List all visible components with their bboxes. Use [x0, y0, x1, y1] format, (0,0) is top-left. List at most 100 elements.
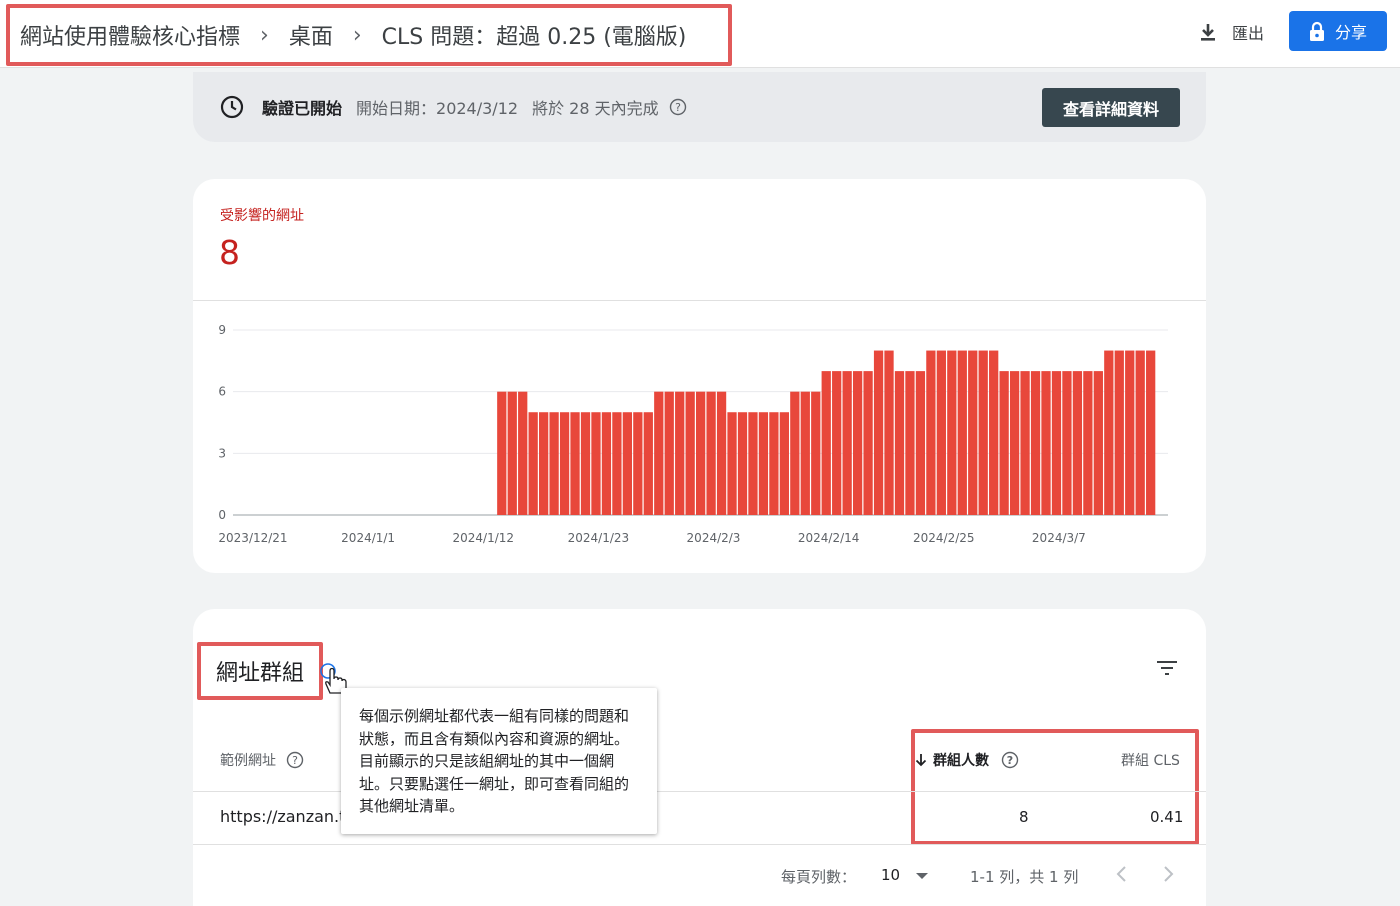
chart-bar[interactable]	[863, 371, 873, 515]
chart-bar[interactable]	[999, 371, 1009, 515]
chart-bar[interactable]	[1009, 371, 1020, 515]
highlight-box	[911, 729, 1199, 845]
table-row-url[interactable]: https://zanzan.tw	[220, 807, 358, 826]
filter-icon[interactable]	[1156, 659, 1178, 677]
chart-bar[interactable]	[612, 412, 622, 515]
chart-bar[interactable]	[978, 350, 988, 515]
chart-bar[interactable]	[591, 412, 601, 515]
see-details-button[interactable]: 查看詳細資料	[1042, 88, 1180, 127]
chart-bar[interactable]	[654, 391, 664, 515]
chart-bar[interactable]	[894, 371, 905, 515]
chart-bar[interactable]	[1020, 371, 1030, 515]
x-tick-label: 2024/2/14	[798, 531, 860, 545]
chart-bar[interactable]	[957, 350, 967, 515]
share-label: 分享	[1334, 23, 1367, 42]
chart-bar[interactable]	[643, 412, 653, 515]
chart-bar[interactable]	[748, 412, 758, 515]
pagination-range: 1-1 列，共 1 列	[970, 868, 1079, 886]
chart-bar[interactable]	[539, 412, 549, 515]
breadcrumb: 網站使用體驗核心指標 › 桌面 › CLS 問題：超過 0.25 (電腦版)	[6, 4, 732, 66]
chart-bar[interactable]	[559, 412, 570, 515]
chart-bar[interactable]	[873, 350, 884, 515]
chart-bar[interactable]	[800, 391, 810, 515]
share-button[interactable]: 分享	[1289, 11, 1387, 51]
x-tick-label: 2024/1/1	[341, 531, 395, 545]
chart-bar[interactable]	[1030, 371, 1041, 515]
chart-bar[interactable]	[852, 371, 863, 515]
chart-bar[interactable]	[716, 391, 727, 515]
chart-bar[interactable]	[769, 412, 779, 515]
chart-bar[interactable]	[989, 350, 999, 515]
column-header-cls[interactable]: 群組 CLS	[1121, 750, 1180, 770]
chart-bar[interactable]	[518, 391, 528, 515]
breadcrumb-item-desktop[interactable]: 桌面	[289, 19, 333, 51]
x-tick-label: 2024/2/3	[687, 531, 741, 545]
chart-bar[interactable]	[1041, 371, 1051, 515]
column-header-url: 範例網址 ?	[220, 750, 304, 770]
chart-bar[interactable]	[675, 391, 685, 515]
caret-down-icon[interactable]	[915, 872, 929, 880]
svg-text:?: ?	[292, 754, 298, 767]
help-icon[interactable]: ?	[286, 751, 304, 769]
chart-bar[interactable]	[790, 391, 800, 515]
chart-bar[interactable]	[580, 412, 591, 515]
chart-bar[interactable]	[507, 391, 517, 515]
chart-bar[interactable]	[685, 391, 695, 515]
chart-bar[interactable]	[1114, 350, 1124, 515]
chart-bar[interactable]	[905, 371, 915, 515]
chart-bar[interactable]	[664, 391, 674, 515]
chart-bar[interactable]	[727, 412, 737, 515]
chart-bar[interactable]	[696, 391, 706, 515]
validation-status: 驗證已開始	[262, 99, 343, 118]
chart-bar[interactable]	[622, 412, 633, 515]
help-icon[interactable]: ?	[1001, 751, 1019, 769]
chart-bar[interactable]	[1083, 371, 1093, 515]
table-row-cls: 0.41	[1150, 808, 1184, 826]
column-url-label: 範例網址	[220, 753, 276, 769]
chart-bar[interactable]	[884, 350, 894, 515]
chart-bar[interactable]	[915, 371, 926, 515]
validation-completion: 將於 28 天內完成	[532, 99, 659, 118]
chart-bar[interactable]	[947, 350, 957, 515]
chart-bar[interactable]	[1146, 350, 1156, 515]
chart-bar[interactable]	[811, 391, 821, 515]
chart-bar[interactable]	[737, 412, 748, 515]
chart-bar[interactable]	[832, 371, 842, 515]
chart-bar[interactable]	[758, 412, 769, 515]
chart-bar[interactable]	[570, 412, 580, 515]
y-tick-label: 9	[218, 323, 226, 337]
chevron-right-icon[interactable]	[1161, 865, 1175, 883]
column-header-count[interactable]: 群組人數 ?	[915, 750, 1019, 770]
chart-bar[interactable]	[968, 350, 978, 515]
chart-bar[interactable]	[821, 371, 831, 515]
chart-bar[interactable]	[549, 412, 559, 515]
url-groups-title: 網址群組	[197, 642, 323, 700]
chevron-left-icon[interactable]	[1115, 865, 1129, 883]
chart-bar[interactable]	[706, 391, 716, 515]
chart-bar[interactable]	[1093, 371, 1103, 515]
rows-per-page-select[interactable]: 10	[881, 866, 900, 884]
chart-bar[interactable]	[936, 350, 946, 515]
chart-bar[interactable]	[1051, 371, 1062, 515]
validation-banner: 驗證已開始 開始日期：2024/3/12 將於 28 天內完成 ? 查看詳細資料	[193, 72, 1206, 142]
chart-bar[interactable]	[601, 412, 612, 515]
chart-bar[interactable]	[528, 412, 538, 515]
chart-bar[interactable]	[842, 371, 852, 515]
help-icon[interactable]: ?	[669, 98, 687, 116]
chart-bar[interactable]	[1062, 371, 1072, 515]
chart-bar[interactable]	[1135, 350, 1145, 515]
x-tick-label: 2024/2/25	[913, 531, 975, 545]
export-button[interactable]: 匯出	[1198, 18, 1264, 46]
export-label: 匯出	[1232, 24, 1265, 43]
chart-bar[interactable]	[779, 412, 789, 515]
arrow-down-icon	[915, 754, 927, 767]
x-tick-label: 2024/1/23	[568, 531, 630, 545]
chart-bar[interactable]	[497, 391, 507, 515]
chart-bar[interactable]	[1072, 371, 1083, 515]
chart-bar[interactable]	[633, 412, 643, 515]
svg-text:?: ?	[675, 101, 681, 114]
chart-bar[interactable]	[926, 350, 936, 515]
chart-bar[interactable]	[1125, 350, 1135, 515]
chart-bar[interactable]	[1104, 350, 1114, 515]
breadcrumb-item-core-web-vitals[interactable]: 網站使用體驗核心指標	[20, 19, 240, 51]
